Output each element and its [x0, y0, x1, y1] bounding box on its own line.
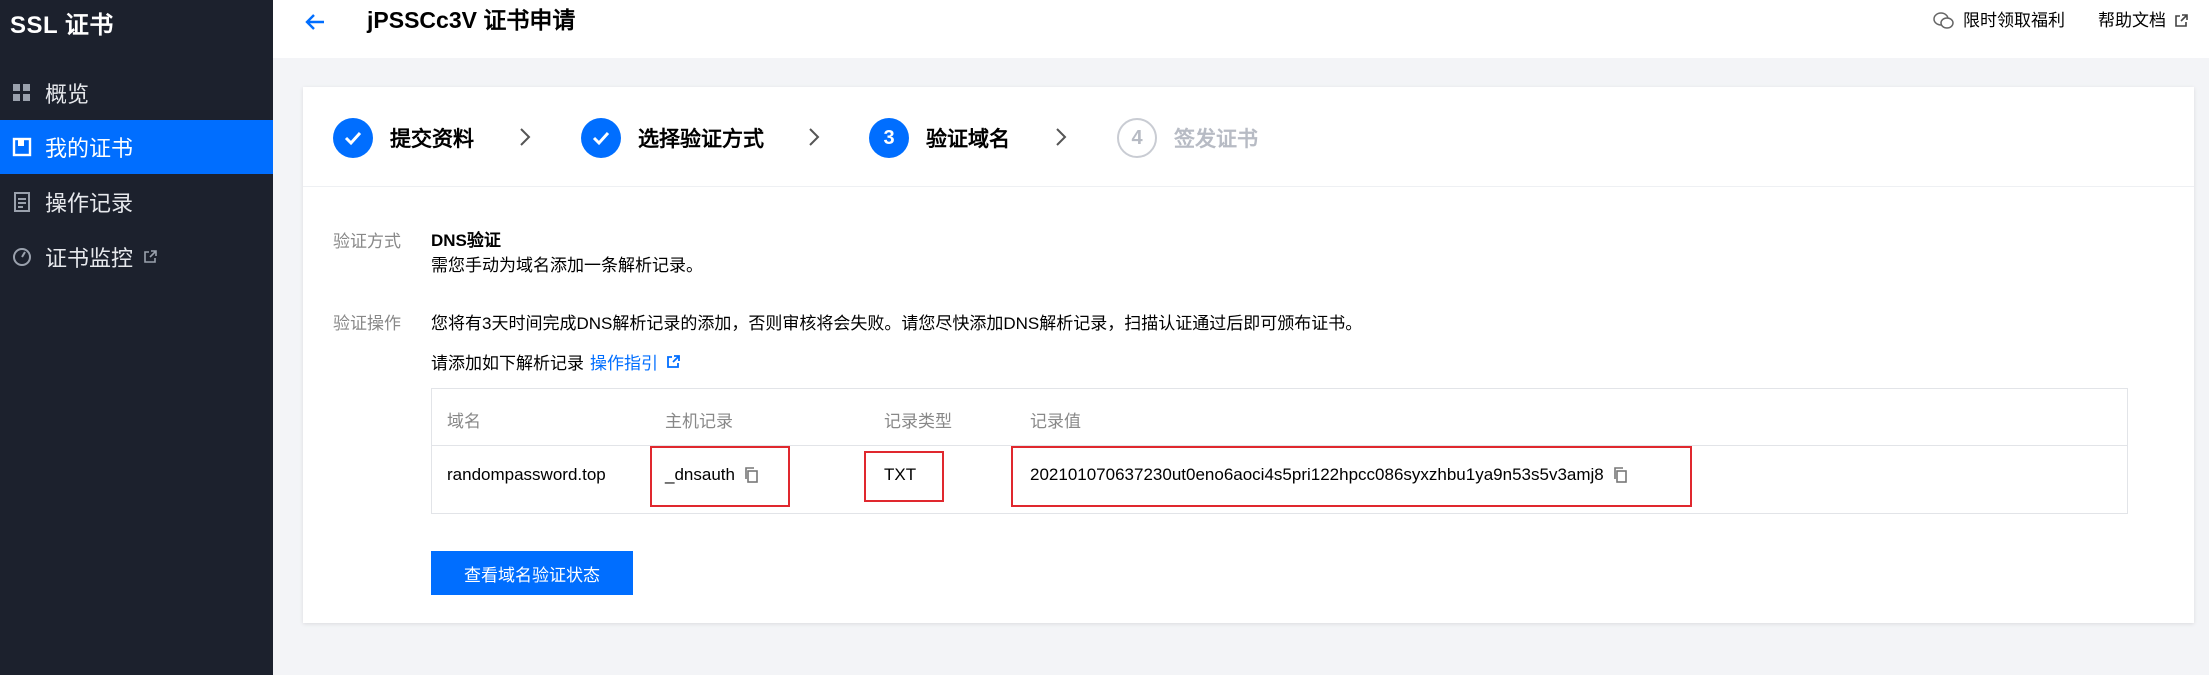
external-link-icon — [143, 250, 157, 264]
step-verify-domain: 3 验证域名 — [869, 117, 1010, 159]
back-arrow-icon[interactable] — [301, 8, 329, 36]
welfare-link[interactable]: 限时领取福利 — [1933, 8, 2065, 34]
check-icon — [333, 118, 373, 158]
page-title: jPSSCc3V 证书申请 — [367, 7, 576, 33]
host-value: _dnsauth — [665, 465, 735, 484]
step-submit-info: 提交资料 — [333, 117, 474, 159]
sidebar: SSL 证书 概览 我的证书 操作记录 证书监控 — [0, 0, 273, 675]
external-link-icon — [2174, 14, 2188, 28]
column-header-value: 记录值 — [1030, 412, 1081, 431]
brand-title: SSL 证书 — [10, 12, 114, 39]
sidebar-item-operation-log[interactable]: 操作记录 — [0, 175, 273, 229]
add-record-hint: 请添加如下解析记录 — [431, 354, 584, 373]
sidebar-item-my-certificates[interactable]: 我的证书 — [0, 120, 273, 174]
check-domain-status-button[interactable]: 查看域名验证状态 — [431, 551, 633, 595]
wechat-icon — [1933, 11, 1955, 31]
verify-method-desc: 需您手动为域名添加一条解析记录。 — [431, 256, 703, 275]
verify-method-value: DNS验证 — [431, 231, 501, 250]
sidebar-item-overview[interactable]: 概览 — [0, 66, 273, 120]
cell-value: 202101070637230ut0eno6aoci4s5pri122hpcc0… — [1030, 465, 1628, 485]
table-header: 域名 主机记录 记录类型 记录值 — [432, 389, 2127, 446]
step-label: 签发证书 — [1174, 128, 1258, 151]
top-bar: jPSSCc3V 证书申请 限时领取福利 帮助文档 — [273, 0, 2209, 58]
operation-guide-link[interactable]: 操作指引 — [590, 349, 658, 374]
grid-icon — [11, 82, 33, 104]
column-header-domain: 域名 — [447, 412, 481, 431]
log-icon — [11, 191, 33, 213]
verify-method-label: 验证方式 — [333, 232, 401, 251]
verify-deadline-notice: 您将有3天时间完成DNS解析记录的添加，否则审核将会失败。请您尽快添加DNS解析… — [431, 314, 1363, 333]
column-header-host: 主机记录 — [665, 412, 733, 431]
chevron-right-icon — [809, 128, 820, 146]
copy-icon[interactable] — [1612, 466, 1628, 484]
record-value: 202101070637230ut0eno6aoci4s5pri122hpcc0… — [1030, 465, 1604, 484]
welfare-link-label: 限时领取福利 — [1963, 11, 2065, 30]
step-issue-cert: 4 签发证书 — [1117, 117, 1258, 159]
check-icon — [581, 118, 621, 158]
verify-action-label: 验证操作 — [333, 314, 401, 333]
sidebar-item-cert-monitor[interactable]: 证书监控 — [0, 230, 273, 284]
cell-host: _dnsauth — [665, 465, 759, 485]
help-docs-label: 帮助文档 — [2098, 11, 2166, 30]
sidebar-item-label: 概览 — [45, 82, 90, 107]
cell-domain: randompassword.top — [447, 465, 606, 484]
chevron-right-icon — [520, 128, 531, 146]
copy-icon[interactable] — [743, 466, 759, 484]
stepper: 提交资料 选择验证方式 3 验证域名 4 签发证书 — [303, 87, 2194, 187]
chevron-right-icon — [1056, 128, 1067, 146]
add-record-hint-row: 请添加如下解析记录 操作指引 — [431, 349, 680, 374]
certificate-icon — [11, 136, 33, 158]
step-label: 验证域名 — [926, 128, 1010, 151]
monitor-icon — [11, 246, 33, 268]
sidebar-item-label: 操作记录 — [45, 191, 134, 216]
step-choose-method: 选择验证方式 — [581, 117, 764, 159]
external-link-icon — [666, 354, 680, 369]
dns-record-table: 域名 主机记录 记录类型 记录值 randompassword.top _dns… — [431, 388, 2128, 514]
help-docs-link[interactable]: 帮助文档 — [2098, 8, 2188, 34]
column-header-type: 记录类型 — [884, 412, 952, 431]
cell-type: TXT — [884, 465, 917, 484]
step-label: 提交资料 — [390, 128, 474, 151]
application-card: 提交资料 选择验证方式 3 验证域名 4 签发证书 验证方式 DNS验证 需您手… — [303, 87, 2194, 623]
sidebar-item-label: 我的证书 — [45, 136, 134, 161]
sidebar-item-label: 证书监控 — [45, 246, 134, 271]
step-number: 4 — [1117, 118, 1157, 158]
step-label: 选择验证方式 — [638, 128, 764, 151]
step-number: 3 — [869, 118, 909, 158]
